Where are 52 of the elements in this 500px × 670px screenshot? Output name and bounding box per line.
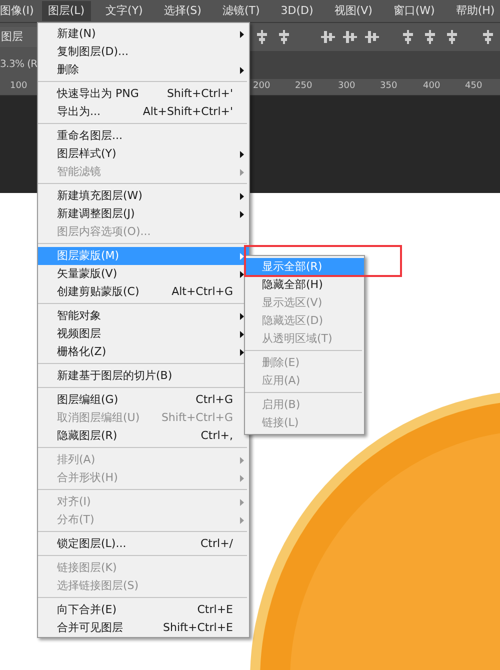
align-icon[interactable] xyxy=(277,30,291,44)
ruler-label: 250 xyxy=(295,81,312,91)
menu-bar-item[interactable]: 窗口(W) xyxy=(387,1,441,21)
align-icon[interactable] xyxy=(343,30,357,44)
menu-item[interactable]: 新建填充图层(W) xyxy=(38,187,249,205)
ruler-label: 450 xyxy=(465,81,482,91)
submenu-arrow-icon xyxy=(240,67,244,74)
submenu-arrow-icon xyxy=(240,271,244,278)
align-icon[interactable] xyxy=(365,30,379,44)
menu-bar-item[interactable]: 3D(D) xyxy=(274,1,320,21)
menu-bar-item[interactable]: 帮助(H) xyxy=(450,1,500,21)
align-icon[interactable] xyxy=(481,30,495,44)
submenu-arrow-icon xyxy=(240,31,244,38)
menu-item[interactable]: 导出为... Alt+Shift+Ctrl+' xyxy=(38,103,249,121)
submenu-arrow-icon xyxy=(240,349,244,356)
menu-item[interactable]: 新建调整图层(J) xyxy=(38,205,249,223)
submenu-arrow-icon xyxy=(240,517,244,524)
menu-item[interactable]: 图层样式(Y) xyxy=(38,145,249,163)
submenu-arrow-icon xyxy=(240,457,244,464)
menu-item[interactable]: 合并可见图层 Shift+Ctrl+E xyxy=(38,619,249,637)
submenu-arrow-icon xyxy=(240,193,244,200)
menu-item[interactable]: 隐藏全部(H) xyxy=(245,276,364,294)
align-icon[interactable] xyxy=(321,30,335,44)
menu-item[interactable]: 新建(N) xyxy=(38,25,249,43)
submenu-arrow-icon xyxy=(240,475,244,482)
submenu-arrow-icon xyxy=(240,169,244,176)
align-icon[interactable] xyxy=(423,30,437,44)
menu-bar-item[interactable]: 滤镜(T) xyxy=(216,1,266,21)
ruler-label: 200 xyxy=(253,81,270,91)
align-icon[interactable] xyxy=(401,30,415,44)
menu-item[interactable]: 向下合并(E) Ctrl+E xyxy=(38,601,249,619)
menu-bar-item[interactable]: 文字(Y) xyxy=(100,1,149,21)
menu-item[interactable]: 重命名图层... xyxy=(38,127,249,145)
ruler-label: 100 xyxy=(10,81,28,91)
align-icon[interactable] xyxy=(445,30,459,44)
submenu-arrow-icon xyxy=(240,151,244,158)
submenu-arrow-icon xyxy=(240,313,244,320)
menu-bar-item[interactable]: 视图(V) xyxy=(328,1,378,21)
submenu-arrow-icon xyxy=(240,499,244,506)
menu-item[interactable]: 快速导出为 PNG Shift+Ctrl+' xyxy=(38,85,249,103)
submenu-arrow-icon xyxy=(240,253,244,260)
menu-bar-item[interactable]: 图层(L) xyxy=(42,1,91,21)
menu-bar-item[interactable]: 选择(S) xyxy=(158,1,208,21)
ruler-label: 300 xyxy=(338,81,356,91)
menu-item[interactable]: 锁定图层(L)... Ctrl+/ xyxy=(38,535,249,553)
align-icon[interactable] xyxy=(255,30,269,44)
layer-dropdown[interactable]: 图层 xyxy=(0,27,37,47)
submenu-arrow-icon xyxy=(240,211,244,218)
menu-bar-item[interactable]: 图像(I) xyxy=(0,1,40,21)
submenu-arrow-icon xyxy=(240,331,244,338)
ruler-label: 350 xyxy=(380,81,398,91)
ruler-label: 400 xyxy=(423,81,440,91)
